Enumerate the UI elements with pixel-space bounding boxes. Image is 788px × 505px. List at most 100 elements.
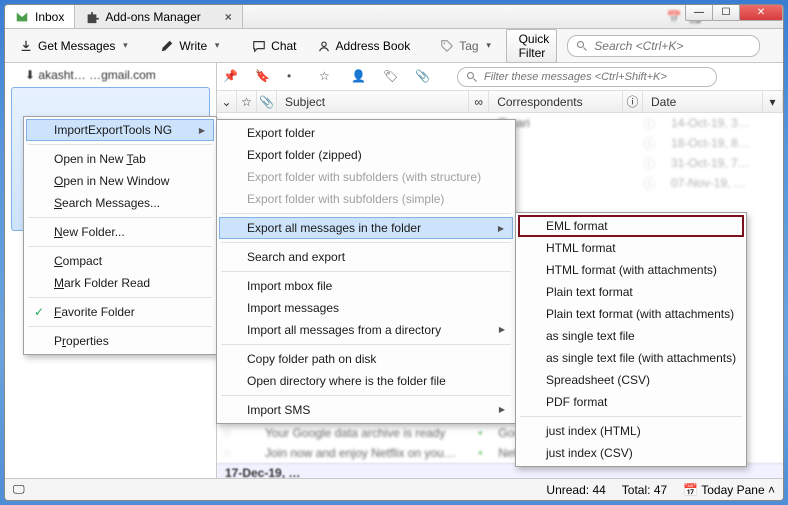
tag-button[interactable]: Tag ▾ (432, 35, 501, 57)
titlebar: Inbox Add-ons Manager × 📅 🗒 — ☐ ✕ (5, 5, 783, 29)
today-pane-button[interactable]: 📅 Today Pane ˄ (683, 483, 775, 497)
pin-icon[interactable]: 📌 (223, 69, 239, 85)
col-read[interactable]: ∞ (469, 91, 489, 112)
chat-icon (252, 39, 266, 53)
search-icon (466, 71, 478, 83)
tag-icon (440, 39, 454, 53)
mi-export-all-messages[interactable]: Export all messages in the folder (219, 217, 513, 239)
puzzle-icon (85, 10, 99, 24)
tab-label: Inbox (35, 10, 64, 24)
column-headers: ⌄ ☆ 📎 Subject ∞ Correspondents ⓘ Date ▾ (217, 91, 783, 113)
mi-favorite-folder[interactable]: Favorite Folder (26, 301, 214, 323)
close-button[interactable]: ✕ (739, 4, 783, 21)
mi-search-export[interactable]: Search and export (219, 246, 513, 268)
total-count: Total: 47 (622, 483, 667, 497)
get-messages-button[interactable]: Get Messages ▾ (11, 35, 138, 57)
chevron-down-icon[interactable]: ▾ (484, 40, 494, 51)
tab-inbox[interactable]: Inbox (5, 5, 75, 28)
inbox-icon (15, 10, 29, 24)
mi-plain-text[interactable]: Plain text format (518, 281, 744, 303)
pencil-icon (160, 39, 174, 53)
activity-icon[interactable]: 🖵 (13, 482, 25, 497)
bookmark-icon[interactable]: 🔖 (255, 69, 271, 85)
download-icon (19, 39, 33, 53)
global-search[interactable] (567, 35, 760, 57)
import-export-submenu: Export folder Export folder (zipped) Exp… (216, 119, 516, 424)
chat-button[interactable]: Chat (244, 35, 304, 57)
folder-context-menu: ImportExportTools NG Open in New Tab Ope… (23, 116, 217, 355)
search-input[interactable] (594, 39, 751, 53)
quick-filter-button[interactable]: Quick Filter (506, 29, 558, 63)
calendar-icon: 📅 (683, 483, 698, 497)
minimize-button[interactable]: — (685, 4, 713, 21)
account-label: akasht… …gmail.com (38, 68, 155, 82)
filter-input[interactable] (484, 71, 708, 83)
mi-csv[interactable]: Spreadsheet (CSV) (518, 369, 744, 391)
search-icon (576, 40, 588, 52)
chat-label: Chat (271, 39, 296, 53)
mi-importexporttools[interactable]: ImportExportTools NG (26, 119, 214, 141)
mi-open-new-tab[interactable]: Open in New Tab (26, 148, 214, 170)
mi-html-attachments[interactable]: HTML format (with attachments) (518, 259, 744, 281)
mi-eml-format[interactable]: EML format (518, 215, 744, 237)
mi-import-mbox[interactable]: Import mbox file (219, 275, 513, 297)
contacts-icon (317, 39, 331, 53)
col-attach[interactable]: 📎 (257, 91, 277, 112)
mi-single-text[interactable]: as single text file (518, 325, 744, 347)
mi-open-directory[interactable]: Open directory where is the folder file (219, 370, 513, 392)
attachment-icon[interactable]: 📎 (415, 69, 431, 85)
col-star[interactable]: ☆ (237, 91, 257, 112)
mi-index-csv[interactable]: just index (CSV) (518, 442, 744, 464)
mi-import-sms[interactable]: Import SMS (219, 399, 513, 421)
mi-mark-read[interactable]: Mark Folder Read (26, 272, 214, 294)
col-correspondents[interactable]: Correspondents (489, 91, 623, 112)
quick-filter-label: Quick Filter (519, 32, 550, 60)
filter-search[interactable] (457, 67, 717, 87)
write-label: Write (179, 39, 207, 53)
col-picker[interactable]: ▾ (763, 91, 783, 112)
mi-single-text-attachments[interactable]: as single text file (with attachments) (518, 347, 744, 369)
account-row[interactable]: ⬇ akasht… …gmail.com (5, 65, 216, 85)
chevron-down-icon[interactable]: ▾ (212, 40, 222, 51)
mi-export-subfolders-struct: Export folder with subfolders (with stru… (219, 166, 513, 188)
col-subject[interactable]: Subject (277, 91, 469, 112)
mi-import-directory[interactable]: Import all messages from a directory (219, 319, 513, 341)
export-format-submenu: EML format HTML format HTML format (with… (515, 212, 747, 467)
address-book-button[interactable]: Address Book (309, 35, 419, 57)
mi-open-new-window[interactable]: Open in New Window (26, 170, 214, 192)
download-icon: ⬇ (25, 68, 35, 82)
mi-export-folder[interactable]: Export folder (219, 122, 513, 144)
unread-count: Unread: 44 (546, 483, 605, 497)
main-toolbar: Get Messages ▾ Write ▾ Chat Address Book… (5, 29, 783, 63)
tab-addons[interactable]: Add-ons Manager × (75, 5, 242, 28)
mi-properties[interactable]: Properties (26, 330, 214, 352)
dot-icon[interactable]: • (287, 69, 303, 85)
mi-plain-text-attachments[interactable]: Plain text format (with attachments) (518, 303, 744, 325)
col-thread[interactable]: ⌄ (217, 91, 237, 112)
close-icon[interactable]: × (225, 10, 232, 24)
mi-index-html[interactable]: just index (HTML) (518, 420, 744, 442)
mi-export-subfolders-simple: Export folder with subfolders (simple) (219, 188, 513, 210)
chevron-down-icon[interactable]: ▾ (120, 40, 130, 51)
chevron-up-icon: ˄ (768, 483, 775, 497)
status-bar: 🖵 Unread: 44 Total: 47 📅 Today Pane ˄ (5, 478, 783, 500)
calendar-icon[interactable]: 📅 (667, 10, 682, 24)
mi-copy-folder-path[interactable]: Copy folder path on disk (219, 348, 513, 370)
maximize-button[interactable]: ☐ (712, 4, 740, 21)
menu-icon[interactable] (770, 36, 778, 56)
mi-compact[interactable]: Compact (26, 250, 214, 272)
write-button[interactable]: Write ▾ (152, 35, 230, 57)
mi-export-folder-zip[interactable]: Export folder (zipped) (219, 144, 513, 166)
col-junk[interactable]: ⓘ (623, 91, 643, 112)
tag-label: Tag (459, 39, 478, 53)
mi-search-messages[interactable]: Search Messages... (26, 192, 214, 214)
col-date[interactable]: Date (643, 91, 763, 112)
address-book-label: Address Book (336, 39, 411, 53)
mi-html-format[interactable]: HTML format (518, 237, 744, 259)
person-icon[interactable]: 👤 (351, 69, 367, 85)
mi-new-folder[interactable]: New Folder... (26, 221, 214, 243)
mi-import-messages[interactable]: Import messages (219, 297, 513, 319)
tag-icon[interactable]: 🏷 (383, 69, 399, 85)
mi-pdf[interactable]: PDF format (518, 391, 744, 413)
star-icon[interactable]: ☆ (319, 69, 335, 85)
